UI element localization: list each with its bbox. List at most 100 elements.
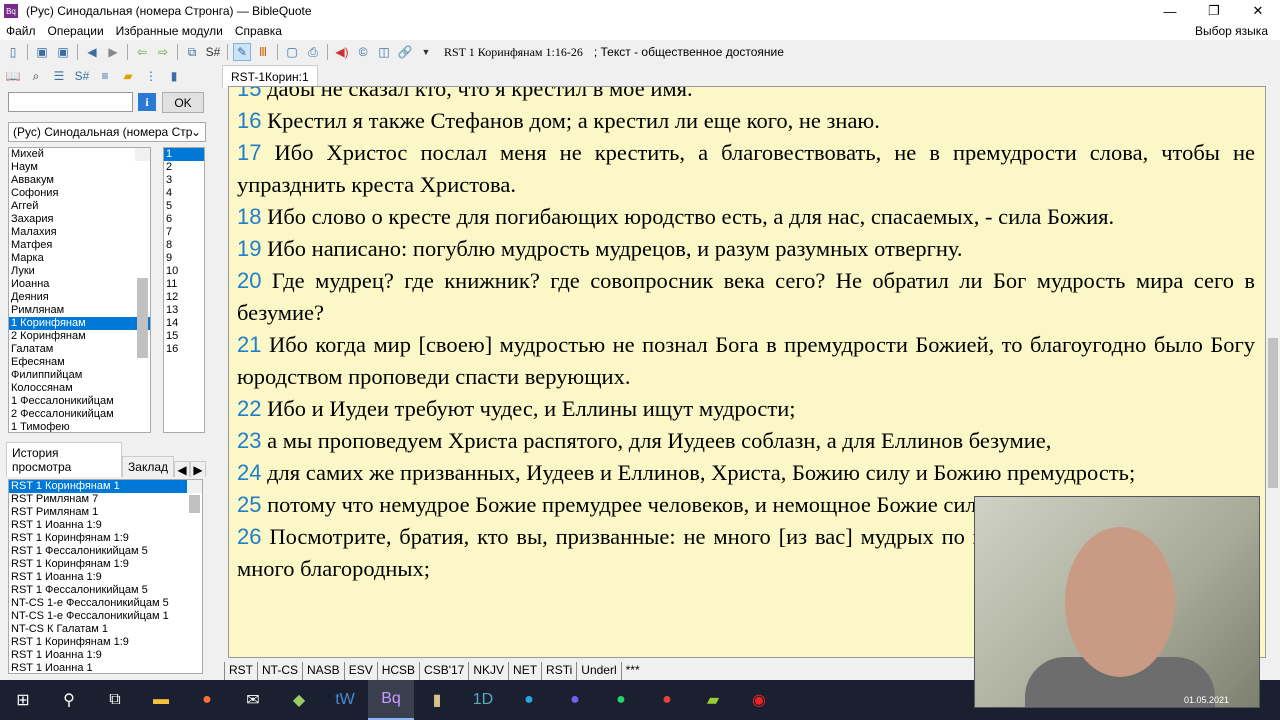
binoculars-icon[interactable]: ⌕ bbox=[27, 67, 45, 85]
history-item[interactable]: NT-CS 1-е Фессалоникийцам 1 bbox=[9, 610, 202, 623]
info-icon[interactable]: i bbox=[138, 93, 156, 111]
tree-icon[interactable]: ⋮ bbox=[142, 67, 160, 85]
panel-toggle-icon[interactable]: ▯ bbox=[4, 43, 22, 61]
minimize-button[interactable]: — bbox=[1148, 0, 1192, 22]
maximize-button[interactable]: ❐ bbox=[1192, 0, 1236, 22]
chapter-item[interactable]: 3 bbox=[164, 174, 204, 187]
menu-favorites[interactable]: Избранные модули bbox=[110, 24, 229, 38]
module-tab[interactable]: HCSB bbox=[376, 662, 420, 680]
module-tab[interactable]: CSB'17 bbox=[419, 662, 469, 680]
book-item[interactable]: Наум bbox=[9, 161, 150, 174]
chapter-list[interactable]: 1 2 3 4 5 6 7 8 9 10 11 12 13 14 15 16 bbox=[163, 147, 205, 433]
book-item[interactable]: Марка bbox=[9, 252, 150, 265]
search-icon[interactable]: ⚲ bbox=[46, 680, 92, 720]
forward-icon[interactable]: ▶ bbox=[104, 43, 122, 61]
strong-numbers-icon[interactable]: S# bbox=[204, 43, 222, 61]
text-scrollbar[interactable] bbox=[1266, 88, 1280, 658]
chapter-item[interactable]: 16 bbox=[164, 343, 204, 356]
chapter-item[interactable]: 8 bbox=[164, 239, 204, 252]
chapter-item[interactable]: 9 bbox=[164, 252, 204, 265]
split-view-icon[interactable]: ◫ bbox=[375, 43, 393, 61]
module-tab[interactable]: ESV bbox=[343, 662, 377, 680]
next-chapter-icon[interactable]: ⇨ bbox=[154, 43, 172, 61]
book-item[interactable]: 1 Тимофею bbox=[9, 421, 150, 432]
menu-file[interactable]: Файл bbox=[0, 24, 42, 38]
module-tab[interactable]: NASB bbox=[302, 662, 344, 680]
search-input[interactable] bbox=[8, 92, 133, 112]
memo-icon[interactable]: ✎ bbox=[233, 43, 251, 61]
start-icon[interactable]: ⊞ bbox=[0, 680, 46, 720]
history-item[interactable]: RST 1 Фессалоникийцам 5 bbox=[9, 545, 202, 558]
book-icon[interactable]: 📖 bbox=[4, 67, 22, 85]
theword-icon[interactable]: tW bbox=[322, 680, 368, 720]
history-item[interactable]: RST 1 Коринфянам 1 bbox=[9, 480, 202, 493]
history-item[interactable]: RST 1 Иоанна 1:9 bbox=[9, 571, 202, 584]
module-tab[interactable]: NET bbox=[508, 662, 542, 680]
history-item[interactable]: NT-CS К Галатам 1 bbox=[9, 623, 202, 636]
prev-chapter-icon[interactable]: ⇦ bbox=[133, 43, 151, 61]
book-item[interactable]: Луки bbox=[9, 265, 150, 278]
telegram-icon[interactable]: ● bbox=[506, 680, 552, 720]
scroll-icon[interactable]: ▮ bbox=[414, 680, 460, 720]
parallel-icon[interactable]: Ⅲ bbox=[254, 43, 272, 61]
history-item[interactable]: RST 1 Коринфянам 1:9 bbox=[9, 636, 202, 649]
module-tab[interactable]: NKJV bbox=[468, 662, 509, 680]
history-list[interactable]: RST 1 Коринфянам 1 RST Римлянам 7 RST Римл… bbox=[8, 479, 203, 674]
history-item[interactable]: RST 1 Фессалоникийцам 5 bbox=[9, 584, 202, 597]
folder-icon[interactable]: ▰ bbox=[119, 67, 137, 85]
book-item[interactable]: 2 Фессалоникийцам bbox=[9, 408, 150, 421]
history-item[interactable]: RST 1 Коринфянам 1:9 bbox=[9, 558, 202, 571]
module-select[interactable]: (Рус) Синодальная (номера Стр ⌄ bbox=[8, 122, 206, 142]
tab-bookmarks[interactable]: Заклад bbox=[122, 456, 174, 477]
link-icon[interactable]: 🔗 bbox=[396, 43, 414, 61]
chapter-item[interactable]: 14 bbox=[164, 317, 204, 330]
copy-icon[interactable]: ⧉ bbox=[183, 43, 201, 61]
module-tab[interactable]: RSTi bbox=[541, 662, 577, 680]
book-item[interactable]: Захария bbox=[9, 213, 150, 226]
folder-app-icon[interactable]: ▰ bbox=[690, 680, 736, 720]
book-list[interactable]: Михей Наум Аввакум Софония Аггей Захария Малах… bbox=[8, 147, 151, 433]
chapter-item[interactable]: 7 bbox=[164, 226, 204, 239]
chrome-icon[interactable]: ● bbox=[644, 680, 690, 720]
language-menu[interactable]: Выбор языка bbox=[1189, 24, 1274, 38]
book-item[interactable]: Аввакум bbox=[9, 174, 150, 187]
book-item[interactable]: Михей bbox=[9, 148, 150, 161]
chapter-item[interactable]: 10 bbox=[164, 265, 204, 278]
chapter-item[interactable]: 2 bbox=[164, 161, 204, 174]
chapter-item[interactable]: 5 bbox=[164, 200, 204, 213]
firefox-icon[interactable]: ● bbox=[184, 680, 230, 720]
history-item[interactable]: NT-CS 1-е Фессалоникийцам 5 bbox=[9, 597, 202, 610]
dictionary-icon[interactable]: ☰ bbox=[50, 67, 68, 85]
module-tab[interactable]: NT-CS bbox=[257, 662, 302, 680]
page-icon[interactable]: ▢ bbox=[283, 43, 301, 61]
history-item[interactable]: RST Римлянам 7 bbox=[9, 493, 202, 506]
book-item[interactable]: Малахия bbox=[9, 226, 150, 239]
tab-scroll-left[interactable]: ◀ bbox=[174, 461, 190, 477]
book-item[interactable]: 2 Коринфянам bbox=[9, 330, 150, 343]
book-item[interactable]: Ефесянам bbox=[9, 356, 150, 369]
menu-help[interactable]: Справка bbox=[229, 24, 288, 38]
history-item[interactable]: RST Римлянам 1 bbox=[9, 506, 202, 519]
bookmark-icon[interactable]: ▮ bbox=[165, 67, 183, 85]
chapter-item[interactable]: 4 bbox=[164, 187, 204, 200]
chapter-item[interactable]: 6 bbox=[164, 213, 204, 226]
history-item[interactable]: RST 1 Иоанна 1:9 bbox=[9, 519, 202, 532]
chapter-item[interactable]: 11 bbox=[164, 278, 204, 291]
book-item[interactable]: Матфея bbox=[9, 239, 150, 252]
dropdown-arrow-icon[interactable]: ▼ bbox=[417, 43, 435, 61]
book-item[interactable]: Римлянам bbox=[9, 304, 150, 317]
biblequote-icon[interactable]: Bq bbox=[368, 680, 414, 720]
tab-history[interactable]: История просмотра bbox=[6, 442, 123, 477]
books-icon[interactable]: ◆ bbox=[276, 680, 322, 720]
new-tab-icon[interactable]: ▣ bbox=[33, 43, 51, 61]
book-item[interactable]: Колоссянам bbox=[9, 382, 150, 395]
viber-icon[interactable]: ● bbox=[552, 680, 598, 720]
tab-document[interactable]: RST-1Корин:1 bbox=[222, 65, 318, 88]
comments-icon[interactable]: ≡ bbox=[96, 67, 114, 85]
book-item[interactable]: Галатам bbox=[9, 343, 150, 356]
history-item[interactable]: RST 1 Коринфянам 1:9 bbox=[9, 532, 202, 545]
history-item[interactable]: RST 1 Иоанна 1 bbox=[9, 662, 202, 673]
book-list-scrollbar[interactable] bbox=[135, 148, 150, 358]
book-item[interactable]: 1 Фессалоникийцам bbox=[9, 395, 150, 408]
file-explorer-icon[interactable]: ▬ bbox=[138, 680, 184, 720]
